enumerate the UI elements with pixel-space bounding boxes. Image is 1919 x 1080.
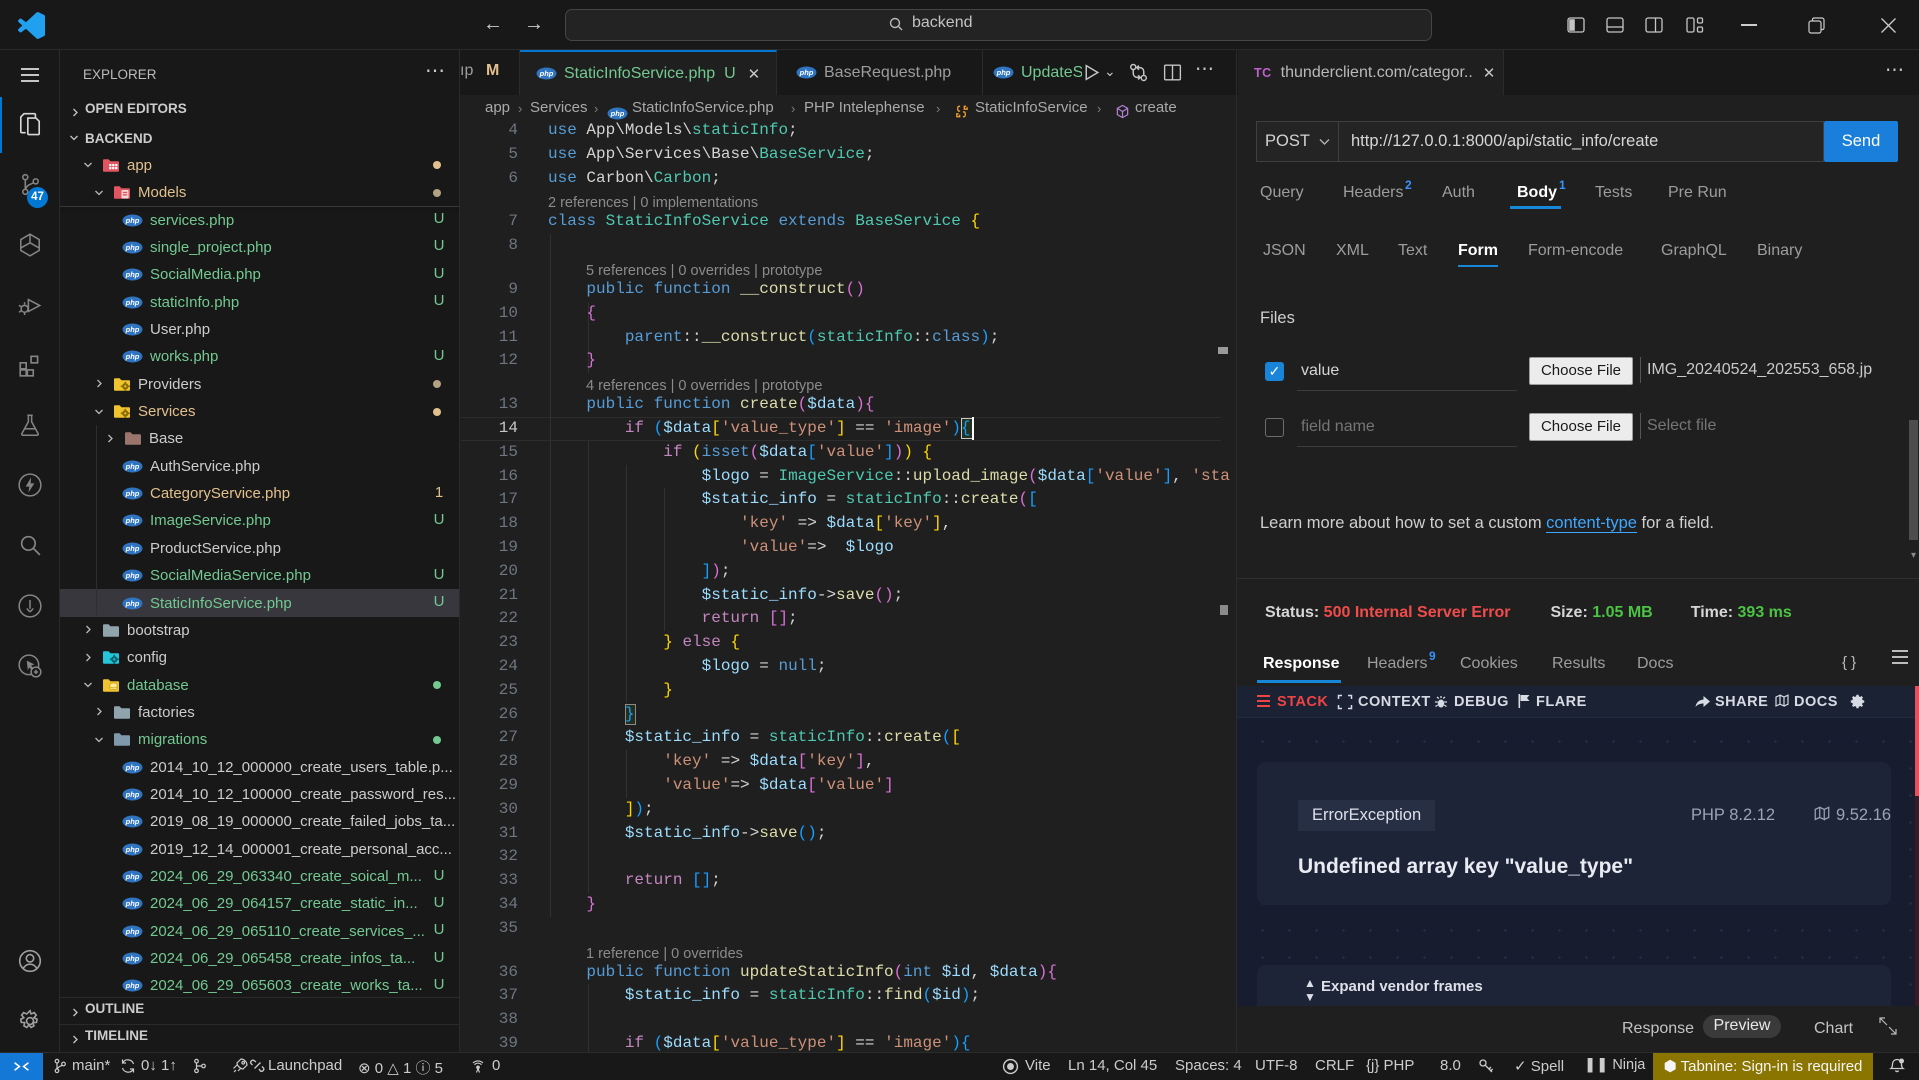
svg-text:php: php <box>125 462 140 471</box>
svg-text:php: php <box>125 763 140 772</box>
svg-text:php: php <box>125 872 140 881</box>
svg-text:php: php <box>125 817 140 826</box>
svg-text:php: php <box>125 599 140 608</box>
svg-text:php: php <box>125 270 140 279</box>
svg-text:php: php <box>125 790 140 799</box>
svg-text:php: php <box>125 927 140 936</box>
svg-text:php: php <box>125 516 140 525</box>
svg-text:php: php <box>125 298 140 307</box>
svg-text:php: php <box>125 352 140 361</box>
svg-text:php: php <box>125 489 140 498</box>
svg-text:php: php <box>125 845 140 854</box>
svg-text:php: php <box>125 544 140 553</box>
svg-text:php: php <box>125 243 140 252</box>
svg-text:php: php <box>125 954 140 963</box>
svg-text:php: php <box>125 325 140 334</box>
svg-text:php: php <box>125 899 140 908</box>
svg-text:php: php <box>125 571 140 580</box>
svg-text:php: php <box>125 216 140 225</box>
svg-text:php: php <box>125 981 140 990</box>
